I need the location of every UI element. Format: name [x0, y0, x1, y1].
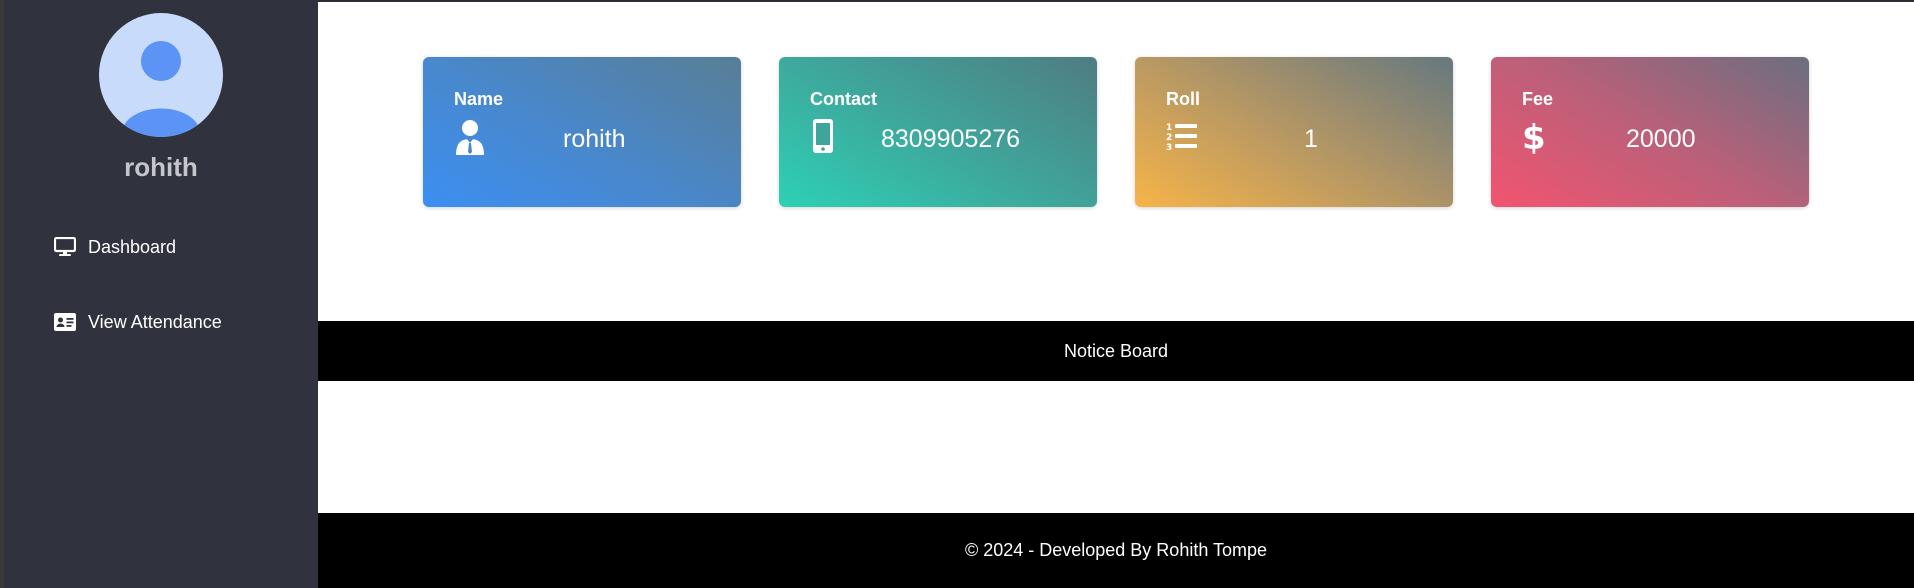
notice-board-title: Notice Board [1063, 340, 1169, 361]
main-content: Name rohith Contact 8309905276 Roll 1 2 … [318, 2, 1914, 588]
monitor-icon [54, 236, 78, 258]
svg-text:3: 3 [1166, 143, 1172, 153]
card-label: Roll [1166, 89, 1200, 109]
user-tie-icon [454, 119, 486, 157]
card-label: Fee [1522, 89, 1554, 109]
card-value-name: rohith [563, 125, 626, 153]
footer-text: © 2024 - Developed By Rohith Tompe [964, 540, 1268, 560]
svg-text:1: 1 [1166, 123, 1172, 133]
svg-text:$: $ [1522, 119, 1546, 157]
id-card-icon [54, 311, 78, 333]
avatar [99, 13, 223, 137]
sidebar-username: rohith [124, 152, 198, 182]
roll-card: Roll 1 2 3 1 [1135, 57, 1453, 207]
mobile-phone-icon [810, 119, 842, 157]
ordered-list-icon: 1 2 3 [1166, 119, 1198, 157]
name-card: Name rohith [423, 57, 741, 207]
card-label: Name [454, 89, 504, 109]
sidebar-item-label: View Attendance [88, 311, 222, 332]
notice-board-header: Notice Board [318, 321, 1914, 381]
card-value-fee: 20000 [1626, 125, 1696, 153]
card-label: Contact [810, 89, 877, 109]
sidebar: rohith Dashboard View Attendance [4, 0, 318, 588]
sidebar-item-label: Dashboard [88, 236, 177, 257]
dollar-icon: $ [1522, 118, 1554, 158]
sidebar-item-dashboard[interactable]: Dashboard [54, 232, 176, 262]
card-value-contact: 8309905276 [881, 125, 1021, 153]
sidebar-item-view-attendance[interactable]: View Attendance [54, 307, 222, 337]
fee-card: Fee $ 20000 [1491, 57, 1809, 207]
svg-text:2: 2 [1166, 133, 1172, 143]
footer: © 2024 - Developed By Rohith Tompe [318, 513, 1914, 588]
card-value-roll: 1 [1304, 125, 1318, 153]
user-avatar-icon [121, 41, 201, 137]
contact-card: Contact 8309905276 [779, 57, 1097, 207]
